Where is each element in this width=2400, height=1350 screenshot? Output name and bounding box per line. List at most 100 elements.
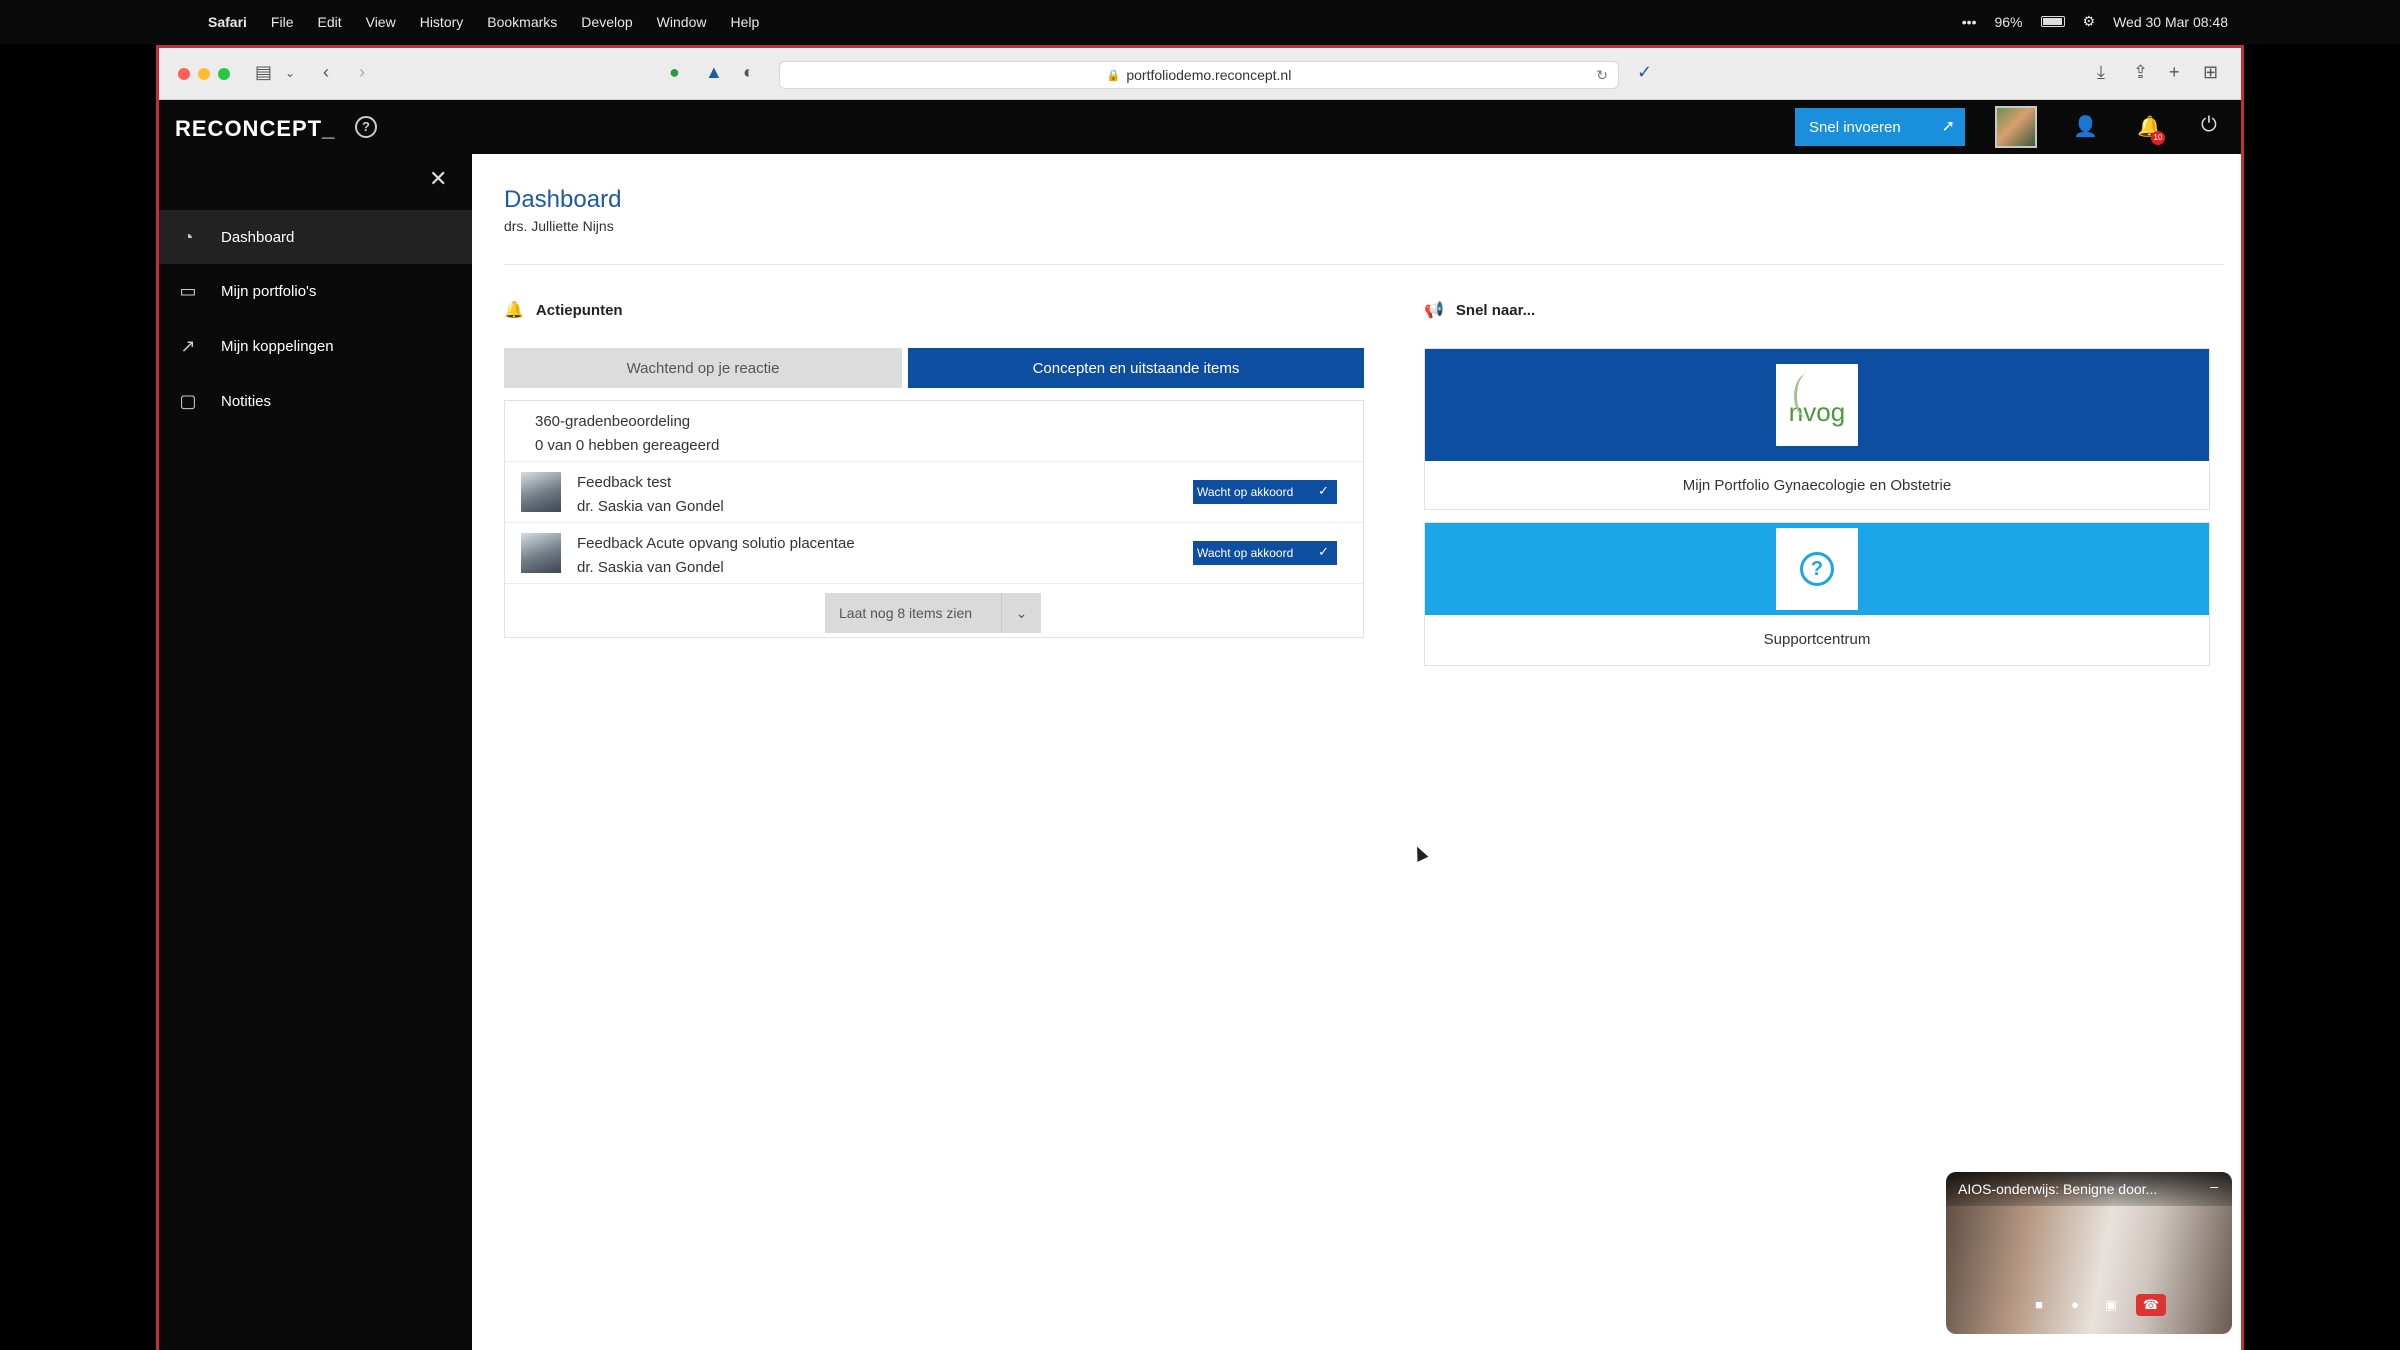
sidebar-item-notities[interactable]: ▢ Notities [159, 374, 472, 428]
list-item-sub: dr. Saskia van Gondel [577, 559, 724, 576]
list-item-title: Feedback test [577, 474, 672, 491]
microphone-icon[interactable]: ● [2064, 1294, 2086, 1316]
extension-evernote-icon[interactable]: ● [669, 62, 680, 83]
power-icon[interactable]: ⏻ [2201, 114, 2217, 137]
show-more-label: Laat nog 8 items zien [839, 605, 973, 621]
app-header: RECONCEPT_ ? Snel invoeren ➚ 👤 🔔 10 ⏻ [159, 100, 2241, 154]
list-item[interactable]: Feedback test dr. Saskia van Gondel Wach… [505, 462, 1363, 523]
question-icon: ? [1800, 552, 1834, 586]
url-bar[interactable]: 🔒 portfoliodemo.reconcept.nl ↻ [779, 61, 1619, 89]
menu-file[interactable]: File [271, 14, 294, 30]
status-label: Wacht op akkoord [1197, 485, 1294, 499]
support-card[interactable]: ? Supportcentrum [1424, 522, 2210, 666]
extension-shield-icon[interactable]: ◐ [743, 62, 754, 83]
help-icon[interactable]: ? [355, 116, 377, 138]
note-icon: ▢ [179, 390, 197, 411]
app-logo[interactable]: RECONCEPT_ [175, 116, 335, 142]
video-call-pip[interactable]: AIOS-onderwijs: Benigne door... – ■ ● ▣ … [1946, 1172, 2232, 1334]
tab-overview-icon[interactable]: ⊞ [2203, 62, 2218, 83]
page-title: Dashboard [504, 186, 622, 213]
portfolio-card[interactable]: nvog Mijn Portfolio Gynaecologie en Obst… [1424, 348, 2210, 510]
sidebar-toggle-icon[interactable]: ▤ [255, 62, 272, 83]
back-icon[interactable]: ‹ [323, 62, 329, 83]
minimize-icon[interactable]: – [2210, 1178, 2218, 1194]
zoom-window-button[interactable] [218, 68, 230, 80]
list-item-title: Feedback Acute opvang solutio placentae [577, 535, 855, 552]
page-subtitle: drs. Julliette Nijns [504, 218, 614, 234]
main-content: Dashboard drs. Julliette Nijns 🔔 Actiepu… [472, 154, 2241, 1350]
portfolio-icon: ▭ [179, 280, 197, 301]
macos-menubar: Safari File Edit View History Bookmarks … [0, 0, 2400, 44]
sidebar-item-portfolios[interactable]: ▭ Mijn portfolio's [159, 264, 472, 318]
battery-percent: 96% [1994, 13, 2023, 30]
sidebar-item-dashboard[interactable]: ◔ Dashboard [159, 210, 472, 264]
nvog-swoosh-icon [1794, 374, 1820, 418]
clock[interactable]: Wed 30 Mar 08:48 [2113, 14, 2228, 30]
show-more-button[interactable]: Laat nog 8 items zien ⌄ [825, 593, 1041, 633]
menu-develop[interactable]: Develop [581, 14, 632, 30]
control-center-icon[interactable]: ⚙ [2083, 13, 2096, 30]
sidebar-item-label: Mijn koppelingen [221, 337, 334, 355]
portfolio-card-banner: nvog [1425, 349, 2209, 461]
actions-heading: 🔔 Actiepunten [504, 300, 623, 320]
menu-bookmarks[interactable]: Bookmarks [487, 14, 557, 30]
end-call-icon[interactable]: ☎ [2136, 1294, 2166, 1316]
external-link-icon: ↗ [180, 335, 196, 356]
dashboard-icon: ◔ [182, 226, 194, 247]
camera-icon[interactable]: ■ [2028, 1294, 2050, 1316]
forward-icon[interactable]: › [359, 62, 365, 83]
minimize-window-button[interactable] [198, 68, 210, 80]
downloads-icon[interactable]: ⤓ [2097, 62, 2105, 83]
action-list: 360-gradenbeoordeling 0 van 0 hebben ger… [504, 400, 1364, 638]
portfolio-card-label: Mijn Portfolio Gynaecologie en Obstetrie [1682, 477, 1952, 494]
screen-share-icon[interactable]: ▣ [2100, 1294, 2122, 1316]
tab-concepts[interactable]: Concepten en uitstaande items [908, 348, 1364, 388]
list-item[interactable]: Feedback Acute opvang solutio placentae … [505, 523, 1363, 584]
status-area: ••• 96% ⚙ Wed 30 Mar 08:48 [1962, 13, 2228, 30]
battery-icon[interactable] [2040, 16, 2065, 27]
actions-heading-label: Actiepunten [535, 301, 623, 319]
menu-edit[interactable]: Edit [317, 14, 341, 30]
sidebar: ✕ ◔ Dashboard ▭ Mijn portfolio's ↗ Mijn … [159, 154, 472, 1350]
sidebar-item-label: Dashboard [221, 228, 295, 246]
extension-warning-icon[interactable]: ▲ [705, 62, 723, 83]
more-icon[interactable]: ••• [1962, 14, 1977, 30]
megaphone-icon: 📢 [1424, 302, 1444, 319]
menu-help[interactable]: Help [730, 14, 759, 30]
check-icon: ✓ [1318, 544, 1329, 559]
rocket-icon: ➚ [1941, 118, 1955, 135]
tab-waiting[interactable]: Wachtend op je reactie [504, 348, 902, 388]
user-avatar[interactable] [1995, 106, 2037, 148]
share-icon[interactable]: ⇪ [2133, 62, 2148, 83]
close-icon[interactable]: ✕ [429, 166, 447, 192]
close-window-button[interactable] [178, 68, 190, 80]
status-badge[interactable]: Wacht op akkoord ✓ [1193, 480, 1337, 504]
chevron-down-icon[interactable]: ⌄ [285, 66, 295, 80]
divider [504, 264, 2224, 265]
quick-heading-label: Snel naar... [1455, 301, 1536, 319]
extension-check-icon[interactable]: ✓ [1637, 62, 1652, 83]
browser-window: ▤ ⌄ ‹ › ● ▲ ◐ 🔒 portfoliodemo.reconcept.… [156, 45, 2244, 1350]
pip-controls: ■ ● ▣ ☎ [2028, 1294, 2166, 1316]
list-item[interactable]: 360-gradenbeoordeling 0 van 0 hebben ger… [505, 401, 1363, 462]
sidebar-item-label: Mijn portfolio's [221, 282, 317, 300]
url-text: portfoliodemo.reconcept.nl [1126, 67, 1292, 83]
status-label: Wacht op akkoord [1197, 546, 1294, 560]
new-tab-icon[interactable]: + [2169, 62, 2180, 83]
support-card-banner: ? [1425, 523, 2209, 615]
menu-history[interactable]: History [420, 14, 464, 30]
menu-app[interactable]: Safari [208, 14, 247, 30]
menu-view[interactable]: View [366, 14, 396, 30]
sidebar-item-koppelingen[interactable]: ↗ Mijn koppelingen [159, 319, 472, 373]
chevron-down-icon: ⌄ [1001, 593, 1041, 633]
list-item-title: 360-gradenbeoordeling [535, 413, 691, 430]
status-badge[interactable]: Wacht op akkoord ✓ [1193, 541, 1337, 565]
menu-window[interactable]: Window [657, 14, 707, 30]
reload-icon[interactable]: ↻ [1596, 67, 1608, 84]
bell-icon: 🔔 [504, 302, 524, 319]
user-icon[interactable]: 👤 [2073, 114, 2098, 139]
quick-heading: 📢 Snel naar... [1424, 300, 1535, 320]
quick-entry-button[interactable]: Snel invoeren ➚ [1795, 108, 1965, 146]
avatar [521, 472, 561, 512]
support-logo: ? [1776, 528, 1858, 610]
